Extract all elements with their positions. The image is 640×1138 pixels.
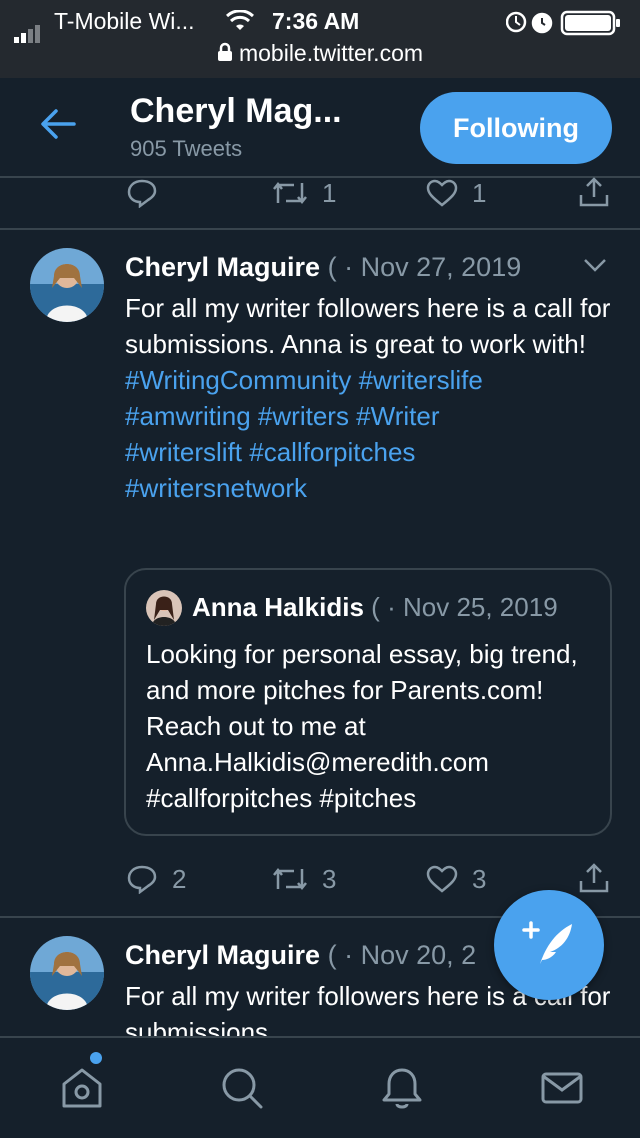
retweet-count: 3: [322, 863, 337, 894]
bottom-navigation: [0, 1036, 640, 1138]
wifi-icon: [225, 9, 255, 38]
separator: ·: [387, 592, 396, 622]
tweet-author: Cheryl Maguire: [125, 940, 321, 970]
compose-tweet-button[interactable]: [494, 890, 604, 1000]
messages-icon: [541, 1072, 583, 1104]
avatar[interactable]: [30, 248, 104, 322]
hashtags-line[interactable]: #amwriting #writers #Writer: [125, 401, 439, 431]
quote-text: Looking for personal essay, big trend, a…: [146, 639, 578, 813]
retweet-button[interactable]: 3: [272, 862, 336, 895]
quoted-tweet[interactable]: Anna Halkidis ( · Nov 25, 2019 Looking f…: [124, 568, 612, 836]
retweet-icon: [273, 182, 307, 205]
hashtags-line[interactable]: #writersnetwork: [125, 473, 307, 503]
tweet-date: Nov 20, 2: [360, 940, 477, 970]
following-button[interactable]: Following: [420, 92, 612, 164]
tweet-handle: (: [327, 252, 337, 282]
like-count: 3: [472, 863, 487, 894]
status-icons: [505, 8, 626, 42]
chevron-down-icon[interactable]: [582, 256, 608, 279]
quote-header: Anna Halkidis ( · Nov 25, 2019: [192, 592, 558, 623]
carrier-label: T-Mobile Wi...: [54, 8, 195, 34]
tweet-body: For all my writer followers here is a ca…: [125, 293, 611, 359]
retweet-count: 1: [322, 177, 337, 208]
notifications-tab[interactable]: [380, 1066, 424, 1115]
reply-count: 2: [172, 863, 187, 894]
hashtags-line[interactable]: #writerslift #callforpitches: [125, 437, 415, 467]
reply-icon: [127, 179, 157, 209]
profile-header: Cheryl Mag... 905 Tweets Following: [0, 78, 640, 178]
tweet-text: For all my writer followers here is a ca…: [125, 290, 615, 506]
reply-icon: [127, 865, 157, 895]
separator: ·: [344, 940, 354, 970]
tweet-author: Cheryl Maguire: [125, 252, 321, 282]
retweet-icon: [273, 868, 307, 891]
search-icon: [222, 1068, 263, 1109]
notifications-icon: [382, 1068, 422, 1109]
back-arrow-icon[interactable]: [40, 108, 76, 145]
reply-button[interactable]: [126, 176, 158, 209]
home-tab[interactable]: [60, 1066, 104, 1115]
like-icon: [426, 865, 458, 893]
url-text: mobile.twitter.com: [238, 40, 424, 66]
compose-icon: [522, 921, 572, 964]
divider: [0, 228, 640, 230]
quote-handle: (: [371, 592, 380, 622]
messages-tab[interactable]: [540, 1066, 584, 1115]
clock: 7:36 AM: [272, 8, 360, 34]
tweet-count: 905 Tweets: [130, 136, 243, 161]
like-button[interactable]: 1: [426, 176, 486, 209]
tweet-date: Nov 27, 2019: [360, 252, 522, 282]
tweet-header: Cheryl Maguire ( · Nov 27, 2019: [125, 252, 521, 283]
notification-dot: [90, 1052, 102, 1064]
prev-tweet-actions: 1 1: [0, 176, 640, 216]
status-bar: T-Mobile Wi... 7:36 AM mobile.twitter.co…: [0, 0, 640, 78]
url-bar[interactable]: mobile.twitter.com: [0, 40, 640, 68]
like-count: 1: [472, 177, 487, 208]
quote-date: Nov 25, 2019: [402, 592, 558, 622]
signal-icon: [14, 16, 42, 43]
home-icon: [62, 1068, 102, 1108]
tweet-handle: (: [327, 940, 337, 970]
share-button[interactable]: [578, 176, 610, 209]
lock-icon: [217, 41, 233, 68]
like-icon: [426, 179, 458, 207]
quote-author: Anna Halkidis: [192, 592, 364, 622]
quote-avatar: [146, 590, 182, 626]
share-icon: [579, 177, 609, 207]
search-tab[interactable]: [220, 1066, 264, 1115]
hashtags-line[interactable]: #WritingCommunity #writerslife: [125, 365, 483, 395]
like-button[interactable]: 3: [426, 862, 486, 895]
avatar[interactable]: [30, 936, 104, 1010]
separator: ·: [344, 252, 354, 282]
profile-name: Cheryl Mag...: [130, 92, 342, 130]
retweet-button[interactable]: 1: [272, 176, 336, 209]
reply-button[interactable]: 2: [126, 862, 186, 895]
tweet-header: Cheryl Maguire ( · Nov 20, 2: [125, 940, 476, 971]
